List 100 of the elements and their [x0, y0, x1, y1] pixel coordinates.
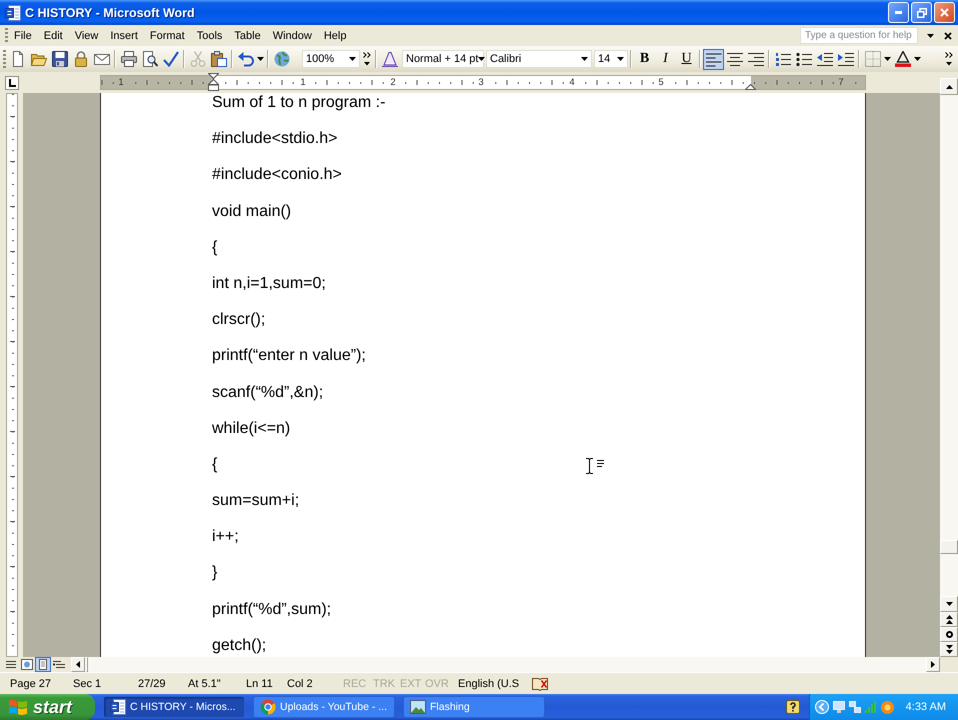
lock-icon[interactable] [72, 51, 88, 67]
increase-indent-icon[interactable] [838, 51, 854, 67]
page-number: Page 27 [10, 678, 51, 690]
print-preview-icon[interactable] [142, 51, 158, 67]
tab-stop-icon[interactable] [5, 76, 19, 90]
align-center-icon[interactable] [726, 51, 742, 67]
menu-item[interactable]: Insert [104, 28, 144, 44]
chevron-icon[interactable] [814, 700, 829, 714]
caret-icon [581, 57, 588, 61]
right-indent-marker-icon[interactable] [745, 84, 756, 90]
styles-icon[interactable] [382, 51, 398, 67]
taskbar-button[interactable]: Uploads - YouTube - ... [253, 696, 395, 718]
close-icon[interactable] [944, 32, 952, 40]
book-error-icon[interactable] [532, 676, 548, 690]
font-size-dropdown[interactable]: 14 [594, 50, 628, 68]
double-down-arrow-icon [946, 645, 952, 654]
undo-arrow-icon[interactable] [238, 51, 254, 67]
toolbar-grip[interactable] [3, 50, 6, 68]
toolbar-options-icon[interactable] [362, 52, 370, 66]
caret-icon[interactable] [884, 57, 891, 61]
code-line: sum=sum+i; [212, 492, 300, 510]
decrease-indent-icon[interactable] [816, 51, 832, 67]
next-page-button[interactable] [940, 642, 958, 657]
menu-item[interactable]: Format [144, 28, 191, 44]
code-line: clrscr(); [212, 311, 266, 330]
globe-icon[interactable] [274, 51, 290, 67]
printer-icon[interactable] [120, 51, 136, 67]
web-layout-icon[interactable] [21, 659, 33, 670]
scroll-thumb[interactable] [86, 657, 88, 672]
monitor-icon[interactable] [832, 701, 845, 713]
scroll-thumb[interactable] [940, 540, 958, 554]
browse-object-button[interactable] [940, 627, 958, 642]
line-number: Ln 11 [246, 678, 273, 690]
border-icon[interactable] [864, 51, 880, 67]
italic-button[interactable]: I [655, 50, 676, 68]
code-line: { [212, 456, 218, 474]
normal-view-icon[interactable] [5, 659, 17, 670]
close-icon [940, 8, 949, 17]
circle-dot-icon [946, 631, 952, 638]
scroll-down-button[interactable] [940, 596, 958, 612]
document-heading: Sum of 1 to n program :- [212, 94, 386, 112]
code-line: void main() [212, 202, 292, 221]
code-line: } [212, 564, 218, 582]
menu-item[interactable]: Table [228, 28, 267, 44]
menu-item[interactable]: View [68, 28, 104, 44]
code-line: printf(“%d”,sum); [212, 600, 332, 619]
caret-icon [478, 57, 486, 61]
menu-item[interactable]: Help [318, 28, 352, 44]
indent-markers-icon[interactable] [208, 73, 219, 91]
menu-item[interactable]: File [8, 28, 38, 44]
language-indicator[interactable]: English (U.S [458, 678, 520, 690]
cursor-position: At 5.1" [188, 678, 221, 690]
scroll-left-button[interactable] [71, 657, 85, 672]
network-icon[interactable] [848, 701, 861, 713]
toolbar-options-icon[interactable] [945, 52, 953, 66]
style-dropdown[interactable]: Normal + 14 pt [402, 50, 484, 68]
left-arrow-icon [76, 661, 80, 668]
outline-view-icon[interactable] [53, 659, 65, 670]
numbered-list-icon[interactable] [774, 51, 790, 67]
minimize-button[interactable] [888, 2, 909, 23]
taskbar-button[interactable]: Flashing [403, 696, 545, 718]
menu-item[interactable]: Edit [38, 28, 69, 44]
restore-icon [916, 8, 926, 18]
align-left-icon[interactable] [703, 48, 724, 70]
up-arrow-icon [946, 84, 952, 88]
scroll-right-button[interactable] [926, 657, 940, 672]
column-number: Col 2 [287, 678, 313, 690]
menu-grip[interactable] [5, 28, 8, 43]
help-icon[interactable] [786, 700, 800, 714]
folder-icon[interactable] [30, 51, 46, 67]
font-dropdown[interactable]: Calibri [486, 50, 592, 68]
start-button[interactable]: start [0, 694, 95, 720]
menu-item[interactable]: Tools [190, 28, 228, 44]
envelope-icon[interactable] [94, 51, 110, 67]
underline-button[interactable]: U [676, 50, 697, 68]
menu-item[interactable]: Window [266, 28, 318, 44]
code-line: int n,i=1,sum=0; [212, 274, 326, 293]
caret-icon[interactable] [914, 57, 921, 61]
previous-page-button[interactable] [940, 612, 958, 627]
caret-icon[interactable] [257, 57, 264, 61]
document-icon [5, 4, 21, 20]
caret-icon[interactable] [927, 34, 934, 38]
print-layout-icon[interactable] [35, 657, 51, 672]
close-button[interactable] [934, 2, 955, 23]
page-count: 27/29 [138, 678, 166, 690]
code-line: printf(“enter n value”); [212, 347, 366, 366]
code-line: while(i<=n) [212, 420, 290, 438]
code-line: getch(); [212, 636, 266, 655]
bold-button[interactable]: B [634, 50, 655, 68]
scroll-up-button[interactable] [940, 78, 958, 95]
zoom-dropdown[interactable]: 100% [302, 50, 360, 68]
bulleted-list-icon[interactable] [796, 51, 812, 67]
restore-button[interactable] [911, 2, 932, 23]
taskbar-button[interactable]: C HISTORY - Micros... [103, 696, 245, 718]
caret-icon [617, 57, 624, 61]
font-color-icon[interactable] [894, 51, 910, 67]
clipboard-icon[interactable] [210, 51, 226, 67]
align-right-icon[interactable] [748, 51, 764, 67]
checkmark-icon[interactable] [162, 51, 178, 67]
browser-icon [260, 699, 276, 715]
